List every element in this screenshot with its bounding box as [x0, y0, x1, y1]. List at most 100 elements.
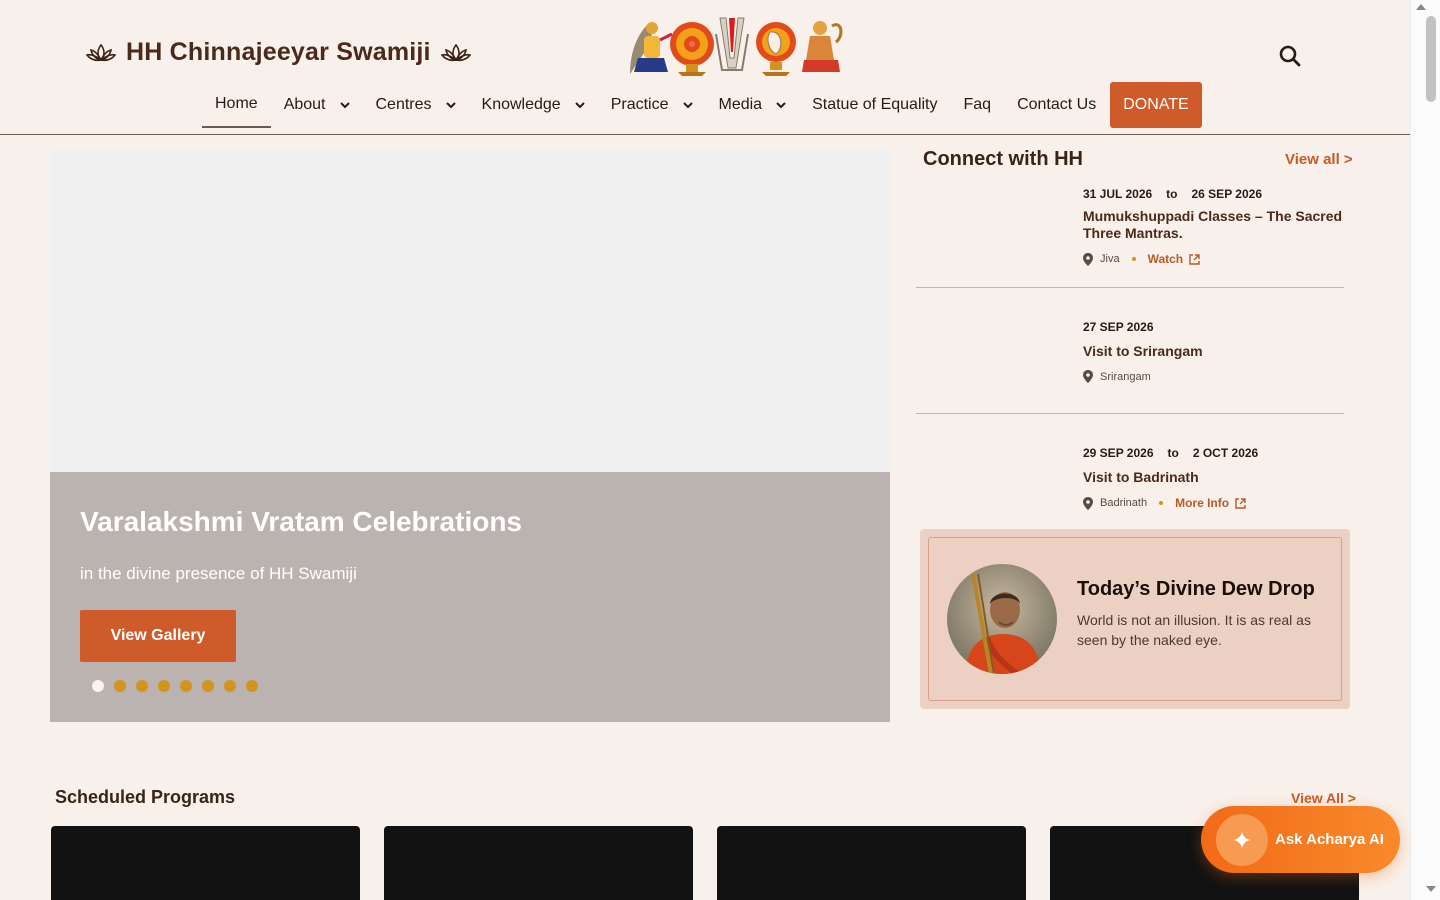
hero-slider[interactable]: Varalakshmi Vratam Celebrations in the d… — [50, 150, 890, 722]
garuda-figure-icon — [630, 22, 673, 74]
event-date: 29 SEP 2026 to 2 OCT 2026 — [1083, 446, 1258, 460]
event-meta: Badrinath More Info — [1083, 496, 1246, 510]
nav-label: Home — [215, 95, 258, 112]
event-item[interactable]: 27 SEP 2026 Visit to Srirangam Srirangam — [916, 320, 1344, 414]
program-card[interactable] — [51, 826, 360, 900]
event-location: Jiva — [1100, 253, 1120, 265]
nav-practice[interactable]: Practice — [598, 82, 706, 128]
location-pin-icon — [1083, 496, 1093, 510]
scheduled-view-all-link[interactable]: View All > — [1291, 790, 1356, 806]
nav-label: Centres — [375, 96, 432, 113]
sparkle-icon — [1216, 813, 1268, 866]
slider-dot[interactable] — [180, 680, 192, 692]
nav-contact-us[interactable]: Contact Us — [1004, 82, 1109, 128]
event-start-date: 29 SEP 2026 — [1083, 446, 1154, 460]
main-nav: Home About Centres Knowledge Practice Me… — [202, 82, 1202, 128]
scheduled-programs-title: Scheduled Programs — [55, 787, 236, 807]
chevron-down-icon — [339, 102, 350, 109]
page-scrollbar[interactable] — [1410, 0, 1440, 900]
chevron-down-icon — [682, 102, 693, 109]
event-start-date: 31 JUL 2026 — [1083, 187, 1153, 201]
hero-title: Varalakshmi Vratam Celebrations — [80, 506, 522, 537]
swamiji-avatar — [947, 564, 1057, 674]
external-link-icon — [1189, 253, 1200, 265]
hero-caption-panel: Varalakshmi Vratam Celebrations in the d… — [50, 472, 890, 722]
scroll-down-arrow-icon[interactable] — [1426, 886, 1436, 892]
chevron-down-icon — [574, 102, 585, 109]
divine-dew-drop-card[interactable]: Today’s Divine Dew Drop World is not an … — [920, 529, 1350, 709]
location-pin-icon — [1083, 370, 1093, 383]
slider-dot[interactable] — [246, 680, 258, 692]
event-title[interactable]: Visit to Srirangam — [1083, 343, 1343, 360]
nav-about[interactable]: About — [271, 82, 363, 128]
event-location: Badrinath — [1100, 497, 1148, 509]
nav-label: Practice — [610, 96, 669, 113]
event-date: 31 JUL 2026 to 26 SEP 2026 — [1083, 187, 1262, 201]
dew-drop-title: Today’s Divine Dew Drop — [1077, 578, 1315, 600]
brand[interactable]: HH Chinnajeeyar Swamiji — [86, 38, 471, 67]
nav-label: About — [283, 96, 326, 113]
event-date: 27 SEP 2026 — [1083, 320, 1154, 334]
event-link-label: More Info — [1175, 496, 1230, 510]
event-meta: Srirangam — [1083, 370, 1151, 383]
program-card[interactable] — [717, 826, 1026, 900]
tilak-icon — [715, 17, 749, 71]
site-header: HH Chinnajeeyar Swamiji Home About Centr… — [0, 0, 1410, 135]
event-start-date: 27 SEP 2026 — [1083, 320, 1154, 334]
chevron-down-icon — [445, 102, 456, 109]
view-gallery-button[interactable]: View Gallery — [80, 610, 236, 662]
program-card[interactable] — [384, 826, 693, 900]
hanuman-figure-icon — [802, 21, 843, 72]
nav-centres[interactable]: Centres — [363, 82, 469, 128]
connect-view-all-link[interactable]: View all > — [1285, 151, 1353, 168]
dew-drop-quote: World is not an illusion. It is as real … — [1077, 612, 1311, 648]
slider-dot[interactable] — [136, 680, 148, 692]
connect-title: Connect with HH — [923, 148, 1083, 170]
event-more-info-link[interactable]: More Info — [1175, 496, 1246, 510]
slider-dot[interactable] — [114, 680, 126, 692]
event-item[interactable]: 31 JUL 2026 to 26 SEP 2026 Mumukshuppadi… — [916, 187, 1344, 288]
ask-acharya-ai-label: Ask Acharya AI — [1275, 831, 1384, 848]
nav-media[interactable]: Media — [706, 82, 800, 128]
slider-dot[interactable] — [92, 680, 104, 692]
nav-label: Faq — [963, 96, 992, 113]
donate-button[interactable]: DONATE — [1110, 82, 1202, 128]
scrollbar-thumb[interactable] — [1426, 16, 1436, 102]
conch-icon — [756, 22, 796, 76]
emblem-logo[interactable] — [624, 14, 844, 78]
event-link-label: Watch — [1147, 252, 1184, 266]
event-watch-link[interactable]: Watch — [1148, 252, 1201, 266]
nav-label: Statue of Equality — [812, 96, 938, 113]
ask-acharya-ai-button[interactable]: Ask Acharya AI — [1201, 806, 1400, 873]
brand-title: HH Chinnajeeyar Swamiji — [126, 38, 431, 66]
slider-dot[interactable] — [202, 680, 214, 692]
scroll-up-arrow-icon[interactable] — [1416, 4, 1426, 10]
hero-subtitle: in the divine presence of HH Swamiji — [80, 564, 357, 583]
search-icon[interactable] — [1279, 45, 1301, 67]
nav-label: Media — [718, 96, 763, 113]
nav-faq[interactable]: Faq — [951, 82, 1005, 128]
nav-home[interactable]: Home — [202, 82, 271, 128]
event-title[interactable]: Visit to Badrinath — [1083, 469, 1343, 486]
dew-drop-inner: Today’s Divine Dew Drop World is not an … — [928, 537, 1342, 701]
slider-dot[interactable] — [224, 680, 236, 692]
slider-dots — [92, 680, 258, 692]
event-end-date: 2 OCT 2026 — [1192, 446, 1259, 460]
nav-label: Knowledge — [481, 96, 561, 113]
event-end-date: 26 SEP 2026 — [1191, 187, 1263, 201]
chevron-down-icon — [776, 102, 786, 109]
event-meta: Jiva Watch — [1083, 252, 1200, 266]
meta-separator-dot — [1159, 501, 1164, 505]
external-link-icon — [1235, 497, 1246, 509]
event-item[interactable]: 29 SEP 2026 to 2 OCT 2026 Visit to Badri… — [916, 446, 1344, 516]
event-date-separator: to — [1167, 446, 1179, 460]
nav-statue-of-equality[interactable]: Statue of Equality — [799, 82, 950, 128]
nav-knowledge[interactable]: Knowledge — [469, 82, 598, 128]
nav-label: Contact Us — [1017, 96, 1097, 113]
slider-dot[interactable] — [158, 680, 170, 692]
meta-separator-dot — [1131, 257, 1136, 261]
event-location: Srirangam — [1100, 370, 1151, 383]
event-date-separator: to — [1166, 187, 1178, 201]
event-title[interactable]: Mumukshuppadi Classes – The Sacred Three… — [1083, 208, 1343, 242]
chakra-icon — [670, 22, 714, 76]
